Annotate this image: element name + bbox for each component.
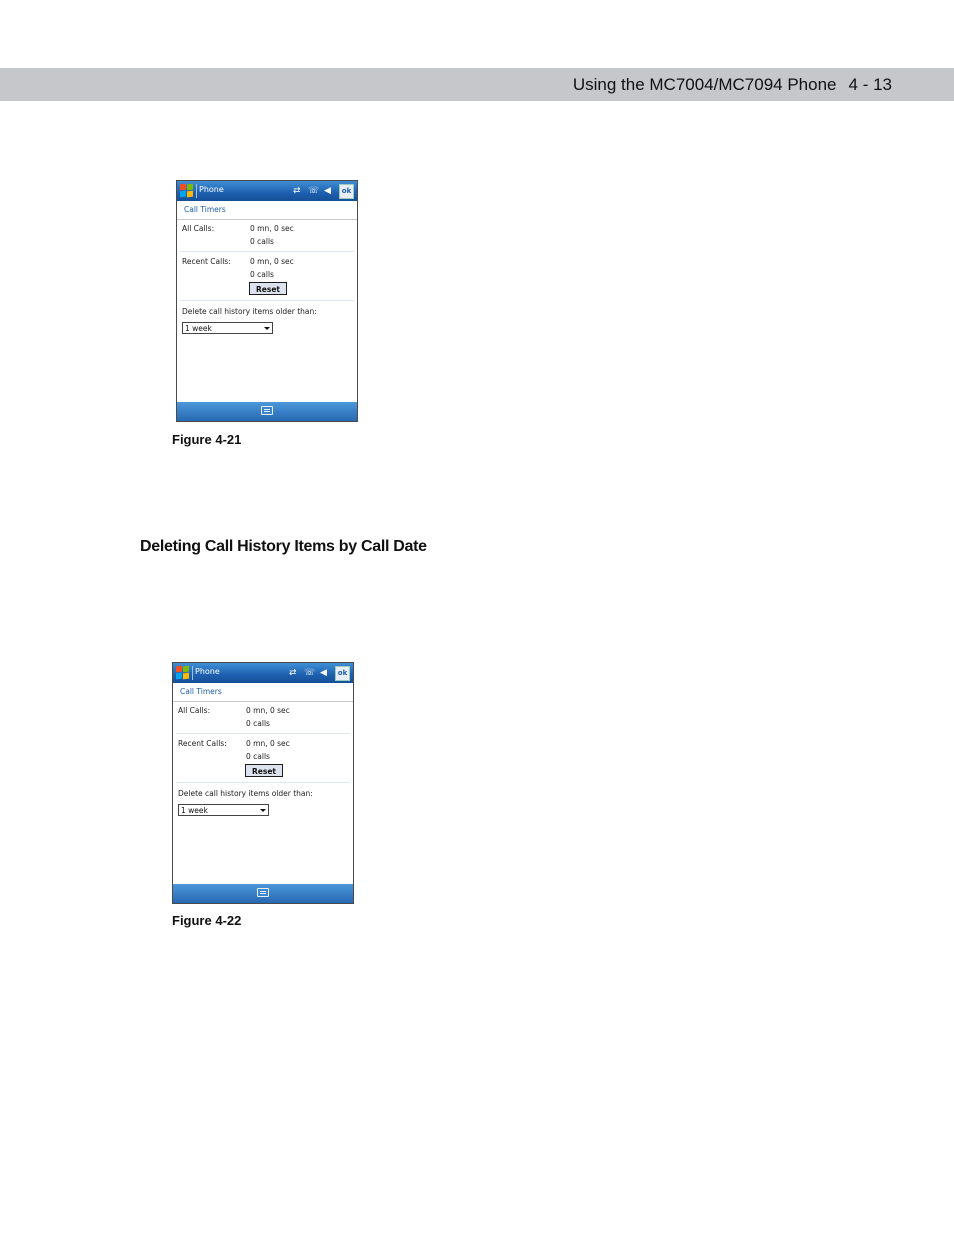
recent-calls-time: 0 mn, 0 sec [250,257,294,266]
reset-button[interactable]: Reset [249,282,287,295]
tab-call-timers[interactable]: Call Timers [184,205,226,214]
page-header-title: Using the MC7004/MC7094 Phone 4 - 13 [573,75,892,95]
delete-period-value: 1 week [185,324,212,333]
delete-history-label: Delete call history items older than: [182,307,317,316]
phone-signal-icon[interactable]: ☏ [308,185,319,197]
recent-calls-label: Recent Calls: [182,257,231,266]
delete-period-value: 1 week [181,806,208,815]
page-header: Using the MC7004/MC7094 Phone 4 - 13 [0,68,954,101]
all-calls-count: 0 calls [250,237,274,246]
recent-calls-label: Recent Calls: [178,739,227,748]
app-title: Phone [195,667,220,676]
volume-icon[interactable]: ◀ [320,667,327,679]
keyboard-icon[interactable] [261,406,273,415]
connectivity-icon[interactable]: ⇄ [289,667,297,679]
recent-calls-count: 0 calls [246,752,270,761]
windows-start-icon[interactable] [176,665,190,680]
tab-call-timers[interactable]: Call Timers [180,687,222,696]
phone-screenshot-figure-4-21: Phone ⇄ ☏ ◀ ok Call Timers All Calls: 0 … [176,180,358,422]
bottom-menu-bar [173,884,353,903]
chevron-down-icon [260,809,266,812]
chevron-down-icon [264,327,270,330]
app-title: Phone [199,185,224,194]
divider [176,782,350,783]
keyboard-icon[interactable] [257,888,269,897]
all-calls-time: 0 mn, 0 sec [246,706,290,715]
divider [180,251,354,252]
bottom-menu-bar [177,402,357,421]
tab-bar: Call Timers [177,201,357,220]
phone-screenshot-figure-4-22: Phone ⇄ ☏ ◀ ok Call Timers All Calls: 0 … [172,662,354,904]
title-separator [192,666,193,680]
page-number: 4 - 13 [848,75,892,94]
reset-button[interactable]: Reset [245,764,283,777]
delete-history-label: Delete call history items older than: [178,789,313,798]
figure-caption-4-22: Figure 4-22 [172,913,242,928]
title-separator [196,184,197,198]
all-calls-label: All Calls: [178,706,211,715]
all-calls-label: All Calls: [182,224,215,233]
divider [176,733,350,734]
ok-button[interactable]: ok [335,666,350,681]
section-heading: Deleting Call History Items by Call Date [140,538,427,555]
title-bar: Phone ⇄ ☏ ◀ ok [173,663,353,683]
chapter-title: Using the MC7004/MC7094 Phone [572,75,837,94]
windows-start-icon[interactable] [180,183,194,198]
ok-button[interactable]: ok [339,184,354,199]
title-bar: Phone ⇄ ☏ ◀ ok [177,181,357,201]
phone-signal-icon[interactable]: ☏ [304,667,315,679]
all-calls-count: 0 calls [246,719,270,728]
volume-icon[interactable]: ◀ [324,185,331,197]
tab-bar: Call Timers [173,683,353,702]
recent-calls-count: 0 calls [250,270,274,279]
delete-period-dropdown[interactable]: 1 week [178,804,269,816]
recent-calls-time: 0 mn, 0 sec [246,739,290,748]
figure-caption-4-21: Figure 4-21 [172,432,242,447]
connectivity-icon[interactable]: ⇄ [293,185,301,197]
delete-period-dropdown[interactable]: 1 week [182,322,273,334]
all-calls-time: 0 mn, 0 sec [250,224,294,233]
divider [180,300,354,301]
